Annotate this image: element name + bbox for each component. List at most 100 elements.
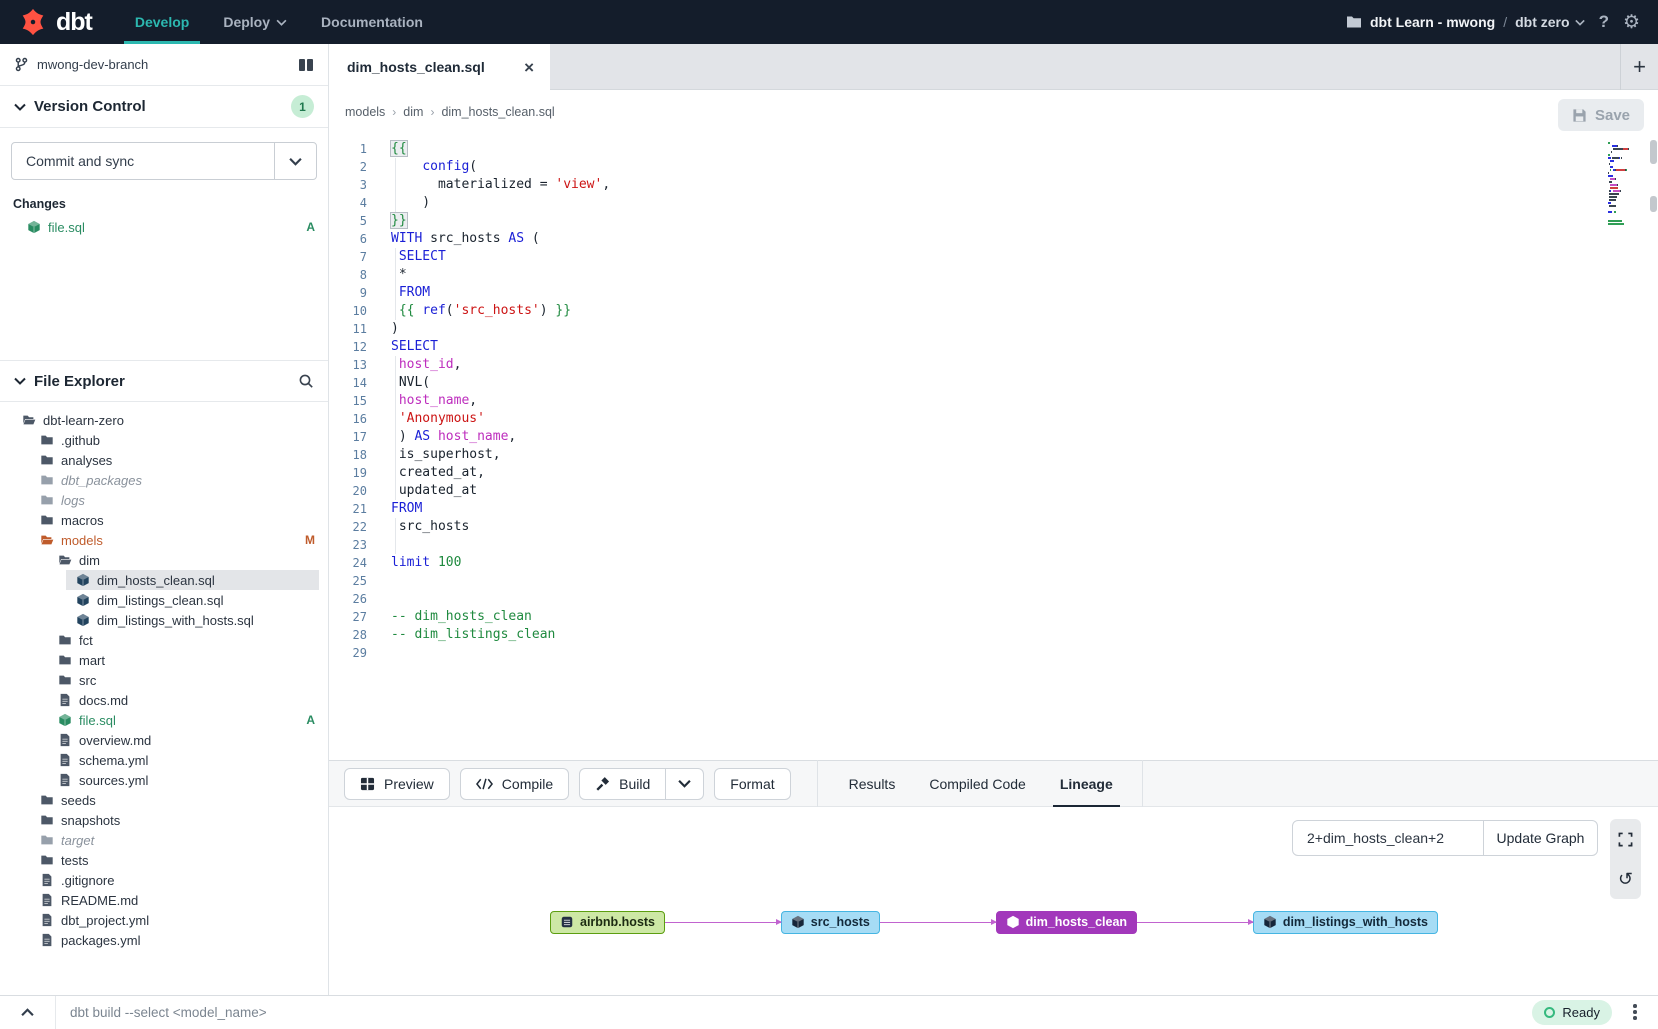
code-line-24[interactable]: 24limit 100	[329, 554, 1658, 572]
tree-item-dim-listings-clean-sql[interactable]: dim_listings_clean.sql	[0, 590, 328, 610]
lineage-node-dim-listings-with-hosts[interactable]: dim_listings_with_hosts	[1253, 911, 1438, 934]
lineage-node-airbnb-hosts[interactable]: airbnb.hosts	[550, 911, 665, 934]
breadcrumb-file[interactable]: dim_hosts_clean.sql	[441, 105, 554, 119]
code-line-11[interactable]: 11)	[329, 320, 1658, 338]
tree-item-seeds[interactable]: seeds	[0, 790, 328, 810]
code-line-10[interactable]: 10 {{ ref('src_hosts') }}	[329, 302, 1658, 320]
code-line-18[interactable]: 18 is_superhost,	[329, 446, 1658, 464]
code-line-13[interactable]: 13 host_id,	[329, 356, 1658, 374]
code-line-4[interactable]: 4 )	[329, 194, 1658, 212]
code-line-14[interactable]: 14 NVL(	[329, 374, 1658, 392]
code-line-15[interactable]: 15 host_name,	[329, 392, 1658, 410]
nav-develop[interactable]: Develop	[118, 0, 206, 44]
code-line-6[interactable]: 6WITH src_hosts AS (	[329, 230, 1658, 248]
update-graph-button[interactable]: Update Graph	[1484, 821, 1597, 855]
code-editor[interactable]: 1{{2 config(3 materialized = 'view',4 )5…	[329, 134, 1658, 760]
code-line-28[interactable]: 28-- dim_listings_clean	[329, 626, 1658, 644]
tree-item--github[interactable]: .github	[0, 430, 328, 450]
tree-item-tests[interactable]: tests	[0, 850, 328, 870]
code-line-21[interactable]: 21FROM	[329, 500, 1658, 518]
tree-item-dim-hosts-clean-sql[interactable]: dim_hosts_clean.sql	[0, 570, 328, 590]
search-icon[interactable]	[298, 373, 314, 389]
code-line-17[interactable]: 17 ) AS host_name,	[329, 428, 1658, 446]
help-icon[interactable]: ?	[1599, 12, 1609, 32]
tree-item-src[interactable]: src	[0, 670, 328, 690]
tree-item-dbt-project-yml[interactable]: dbt_project.yml	[0, 910, 328, 930]
dbt-logo[interactable]: dbt	[0, 0, 118, 44]
nav-documentation[interactable]: Documentation	[304, 0, 440, 44]
code-line-20[interactable]: 20 updated_at	[329, 482, 1658, 500]
tree-item-dbt-packages[interactable]: dbt_packages	[0, 470, 328, 490]
preview-button[interactable]: Preview	[344, 768, 450, 800]
new-tab-button[interactable]: +	[1620, 44, 1658, 90]
code-line-25[interactable]: 25	[329, 572, 1658, 590]
code-line-5[interactable]: 5}}	[329, 212, 1658, 230]
lineage-selector-input[interactable]: 2+dim_hosts_clean+2	[1293, 821, 1484, 855]
tree-item-packages-yml[interactable]: packages.yml	[0, 930, 328, 950]
code-line-9[interactable]: 9 FROM	[329, 284, 1658, 302]
tree-item-macros[interactable]: macros	[0, 510, 328, 530]
environment-selector[interactable]: dbt zero	[1515, 14, 1584, 30]
tab-dim-hosts-clean[interactable]: dim_hosts_clean.sql ×	[329, 44, 550, 90]
lineage-node-src-hosts[interactable]: src_hosts	[781, 911, 880, 934]
tab-results[interactable]: Results	[832, 760, 913, 807]
tree-item-sources-yml[interactable]: sources.yml	[0, 770, 328, 790]
code-line-1[interactable]: 1{{	[329, 140, 1658, 158]
tree-item-snapshots[interactable]: snapshots	[0, 810, 328, 830]
tree-item-schema-yml[interactable]: schema.yml	[0, 750, 328, 770]
gear-icon[interactable]: ⚙	[1623, 11, 1640, 34]
file-explorer-header[interactable]: File Explorer	[0, 360, 328, 402]
command-input[interactable]: dbt build --select <model_name>	[56, 1005, 1532, 1020]
scrollbar-thumb[interactable]	[1650, 140, 1657, 164]
close-icon[interactable]: ×	[524, 59, 534, 76]
tab-lineage[interactable]: Lineage	[1043, 760, 1130, 807]
tree-item--gitignore[interactable]: .gitignore	[0, 870, 328, 890]
tree-item-logs[interactable]: logs	[0, 490, 328, 510]
code-line-26[interactable]: 26	[329, 590, 1658, 608]
panel-expand-toggle[interactable]	[0, 996, 56, 1029]
reset-view-icon[interactable]: ↺	[1616, 869, 1636, 889]
code-line-8[interactable]: 8 *	[329, 266, 1658, 284]
build-button[interactable]: Build	[579, 768, 666, 800]
nav-deploy[interactable]: Deploy	[206, 0, 304, 44]
code-line-22[interactable]: 22 src_hosts	[329, 518, 1658, 536]
tree-item-dim-listings-with-hosts-sql[interactable]: dim_listings_with_hosts.sql	[0, 610, 328, 630]
build-options-caret[interactable]	[666, 768, 704, 800]
code-line-7[interactable]: 7 SELECT	[329, 248, 1658, 266]
code-line-23[interactable]: 23	[329, 536, 1658, 554]
tree-item-file-sql[interactable]: file.sqlA	[0, 710, 328, 730]
tree-item-docs-md[interactable]: docs.md	[0, 690, 328, 710]
save-button[interactable]: Save	[1558, 99, 1644, 131]
tree-item-readme-md[interactable]: README.md	[0, 890, 328, 910]
fullscreen-icon[interactable]	[1616, 829, 1636, 849]
tree-item-analyses[interactable]: analyses	[0, 450, 328, 470]
changed-file-row[interactable]: file.sql A	[0, 215, 328, 239]
tree-item-fct[interactable]: fct	[0, 630, 328, 650]
compile-button[interactable]: Compile	[460, 768, 569, 800]
panels-icon[interactable]	[298, 58, 314, 72]
branch-row[interactable]: mwong-dev-branch	[0, 44, 328, 86]
commit-options-caret[interactable]	[274, 143, 316, 179]
code-line-27[interactable]: 27-- dim_hosts_clean	[329, 608, 1658, 626]
project-name[interactable]: dbt Learn - mwong	[1370, 14, 1495, 30]
code-line-12[interactable]: 12SELECT	[329, 338, 1658, 356]
tree-item-dbt-learn-zero[interactable]: dbt-learn-zero	[0, 410, 328, 430]
commit-and-sync-button[interactable]: Commit and sync	[12, 143, 274, 179]
scrollbar-thumb[interactable]	[1650, 196, 1657, 212]
code-line-3[interactable]: 3 materialized = 'view',	[329, 176, 1658, 194]
code-line-29[interactable]: 29	[329, 644, 1658, 662]
tab-compiled-code[interactable]: Compiled Code	[912, 760, 1043, 807]
code-line-16[interactable]: 16 'Anonymous'	[329, 410, 1658, 428]
kebab-menu-icon[interactable]	[1618, 1004, 1652, 1020]
breadcrumb-models[interactable]: models	[345, 105, 385, 119]
tree-item-mart[interactable]: mart	[0, 650, 328, 670]
breadcrumb-dim[interactable]: dim	[403, 105, 423, 119]
tree-item-dim[interactable]: dim	[0, 550, 328, 570]
format-button[interactable]: Format	[714, 768, 790, 800]
code-line-19[interactable]: 19 created_at,	[329, 464, 1658, 482]
tree-item-overview-md[interactable]: overview.md	[0, 730, 328, 750]
minimap[interactable]	[1608, 142, 1642, 229]
code-line-2[interactable]: 2 config(	[329, 158, 1658, 176]
tree-item-models[interactable]: modelsM	[0, 530, 328, 550]
lineage-node-dim-hosts-clean[interactable]: dim_hosts_clean	[996, 911, 1137, 934]
